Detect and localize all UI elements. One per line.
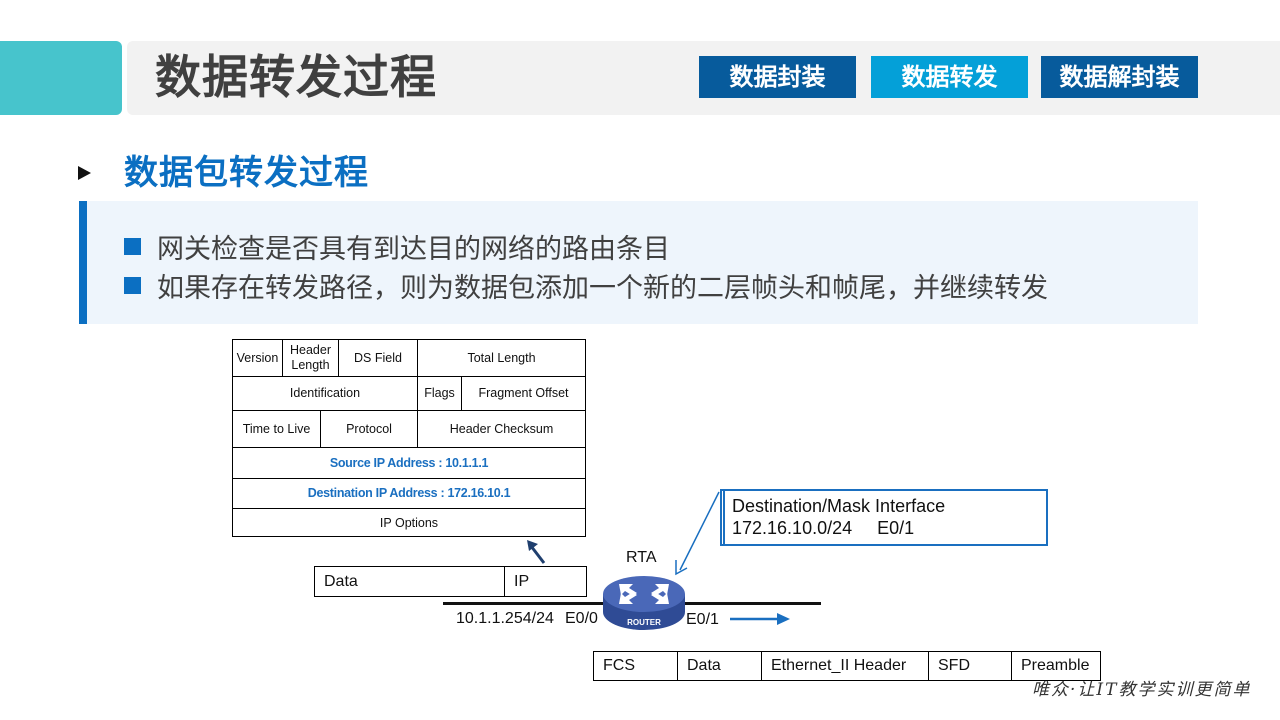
field-fragment-offset: Fragment Offset: [478, 386, 569, 400]
callout-inner-border: [723, 489, 725, 546]
ip-header-row: Source IP Address : 10.1.1.1: [233, 448, 585, 479]
ip-header-row: Identification Flags Fragment Offset: [233, 377, 585, 411]
field-destination-ip: Destination IP Address : 172.16.10.1: [307, 486, 511, 500]
tab-data-decapsulation[interactable]: 数据解封装: [1041, 56, 1198, 98]
field-source-ip: Source IP Address : 10.1.1.1: [329, 455, 489, 470]
packet-ip: IP: [514, 572, 530, 590]
ingress-interface: E0/0: [565, 610, 598, 627]
ip-header-row: Version Header Length DS Field Total Len…: [233, 340, 585, 377]
ip-header-row: Destination IP Address : 172.16.10.1: [233, 479, 585, 509]
ip-packet: Data IP: [314, 566, 587, 597]
arrow-up-left-icon: [527, 540, 546, 564]
bullet-item: 如果存在转发路径，则为数据包添加一个新的二层帧头和帧尾，并继续转发: [124, 265, 1048, 305]
frame-ethernet-header: Ethernet_II Header: [762, 652, 929, 680]
field-header-checksum: Header Checksum: [449, 421, 554, 436]
router-icon[interactable]: ROUTER: [601, 574, 687, 632]
field-protocol: Protocol: [321, 411, 418, 447]
field-ttl: Time to Live: [233, 411, 321, 447]
panel-accent-bar: [79, 201, 87, 324]
header-accent-block: [0, 41, 122, 115]
frame-data: Data: [678, 652, 762, 680]
routing-table-header: Destination/Mask Interface: [732, 496, 946, 516]
callout-pointer-icon: [675, 491, 720, 576]
routing-table-entry: 172.16.10.0/24 E0/1: [732, 518, 915, 538]
field-flags: Flags: [418, 377, 462, 410]
field-total-length: Total Length: [467, 350, 536, 365]
packet-data: Data: [315, 567, 505, 596]
page-title: 数据转发过程: [155, 50, 437, 104]
tab-data-forwarding[interactable]: 数据转发: [871, 56, 1028, 98]
triangle-bullet-icon: [78, 166, 91, 180]
field-version: Version: [233, 340, 283, 376]
field-header-length: Header Length: [283, 340, 339, 376]
bullet-item: 网关检查是否具有到达目的网络的路由条目: [124, 226, 670, 266]
ingress-ip: 10.1.1.254/24: [456, 610, 554, 627]
router-name: RTA: [626, 549, 657, 566]
field-header-length-line2: Length: [291, 358, 330, 372]
ethernet-frame: FCS Data Ethernet_II Header SFD Preamble: [593, 651, 1101, 681]
ip-header-table: Version Header Length DS Field Total Len…: [232, 339, 586, 537]
section-title: 数据包转发过程: [124, 153, 369, 193]
frame-sfd: SFD: [929, 652, 1012, 680]
square-bullet-icon: [124, 276, 141, 294]
egress-interface: E0/1: [686, 611, 719, 628]
field-ds-field: DS Field: [339, 340, 418, 376]
square-bullet-icon: [124, 237, 141, 255]
brand-watermark: 唯众·让IT教学实训更简单: [1032, 680, 1252, 700]
ip-header-row: IP Options: [233, 509, 585, 537]
tab-data-encapsulation[interactable]: 数据封装: [699, 56, 856, 98]
arrow-right-icon: [730, 613, 790, 625]
field-header-length-line1: Header: [290, 343, 331, 357]
field-identification: Identification: [233, 377, 418, 410]
frame-fcs: FCS: [594, 652, 678, 680]
field-ip-options: IP Options: [379, 515, 439, 530]
ip-header-row: Time to Live Protocol Header Checksum: [233, 411, 585, 448]
bullet-text: 如果存在转发路径，则为数据包添加一个新的二层帧头和帧尾，并继续转发: [157, 272, 1048, 304]
bullet-text: 网关检查是否具有到达目的网络的路由条目: [157, 233, 670, 265]
router-badge: ROUTER: [627, 618, 661, 627]
